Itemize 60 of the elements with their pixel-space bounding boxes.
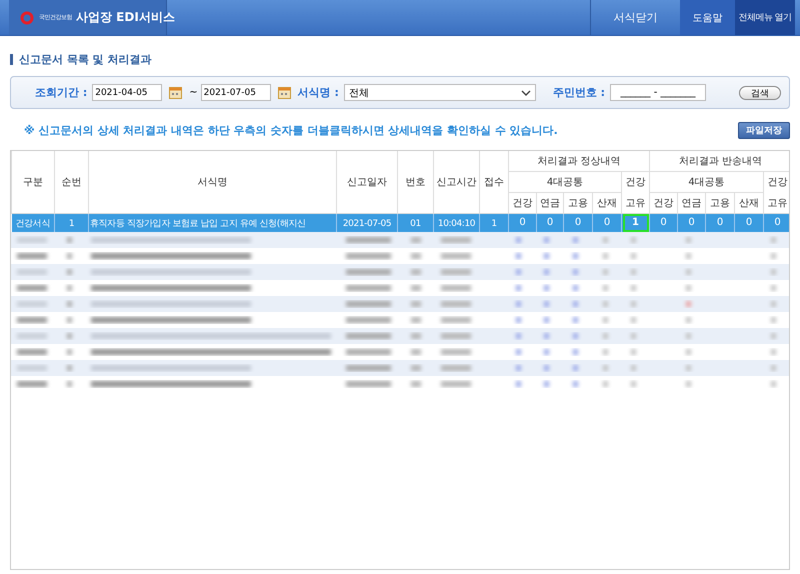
result-count[interactable]: 0 [707,214,734,232]
column-header: 건강 [650,192,678,214]
group-header: 처리결과 정상내역 [508,151,650,172]
table-cell: 01 [409,218,422,228]
column-header: 산재 [734,192,764,214]
form-select[interactable]: 전체 [344,84,536,101]
table-cell: 2021-07-05 [342,218,392,228]
column-header: 연금 [536,192,564,214]
id-number-label: 주민번호 : [552,85,606,100]
group-header: 4대공통 [650,172,764,192]
column-header: 신고시간 [434,151,480,214]
column-header: 고유 [764,192,789,214]
column-header: 연금 [678,192,706,214]
group-header: 처리결과 반송내역 [650,151,789,172]
table-cell: 10:04:10 [436,218,476,228]
save-file-button[interactable]: 파일저장 [738,122,790,138]
column-header: 서식명 [88,151,336,214]
header-button[interactable]: 전체메뉴 열기 [735,0,795,35]
table-cell: 1 [490,218,498,228]
service-title: 사업장 EDI서비스 [76,9,175,26]
result-count[interactable]: 0 [565,214,591,232]
title-marker-icon [10,54,13,64]
dropdown-chevron-icon [520,90,531,96]
calendar-icon[interactable] [169,86,182,99]
header-button[interactable]: 도움말 [680,0,735,35]
table-cell: 휴직자등 직장가입자 보험료 납입 고지 유예 신청(해지신 [89,218,307,228]
column-header: 구분 [12,151,54,214]
notice-text: ※ 신고문서의 상세 처리결과 내역은 하단 우측의 숫자를 더블클릭하시면 상세내역을 확인하실 수 있습니다. [24,122,558,138]
column-header: 고용 [564,192,592,214]
calendar-icon[interactable] [278,86,291,99]
result-count[interactable]: 0 [594,214,620,232]
period-label: 조회기간 : [35,85,88,100]
id-number-field[interactable]: ______ - _______ [610,84,706,101]
column-header: 고용 [706,192,735,214]
result-count[interactable]: 0 [764,214,789,232]
column-header: 건강 [764,172,789,192]
form-label: 서식명 : [298,85,339,100]
logo-icon [19,10,35,24]
column-header: 접수 [480,151,508,214]
page-title: 신고문서 목록 및 처리결과 [19,52,152,66]
group-header: 4대공통 [508,172,622,192]
column-header: 산재 [592,192,622,214]
date-separator: ~ [189,87,198,98]
column-header: 신고일자 [336,151,398,214]
column-header: 건강 [622,172,650,192]
table-cell: 1 [68,218,76,228]
table-cell: 건강서식 [14,218,51,228]
date-from-field[interactable]: 2021-04-05 [92,84,162,101]
result-count[interactable]: 0 [736,214,762,232]
column-header: 건강 [508,192,536,214]
result-count[interactable]: 0 [650,214,677,232]
result-count[interactable]: 1 [622,214,649,232]
result-count[interactable]: 0 [537,214,562,232]
result-count[interactable]: 0 [510,214,536,232]
column-header: 고유 [622,192,650,214]
column-header: 순번 [54,151,88,214]
search-button[interactable]: 검색 [739,86,782,100]
result-count[interactable]: 0 [678,214,705,232]
date-to-field[interactable]: 2021-07-05 [200,84,271,101]
column-header: 번호 [398,151,434,214]
